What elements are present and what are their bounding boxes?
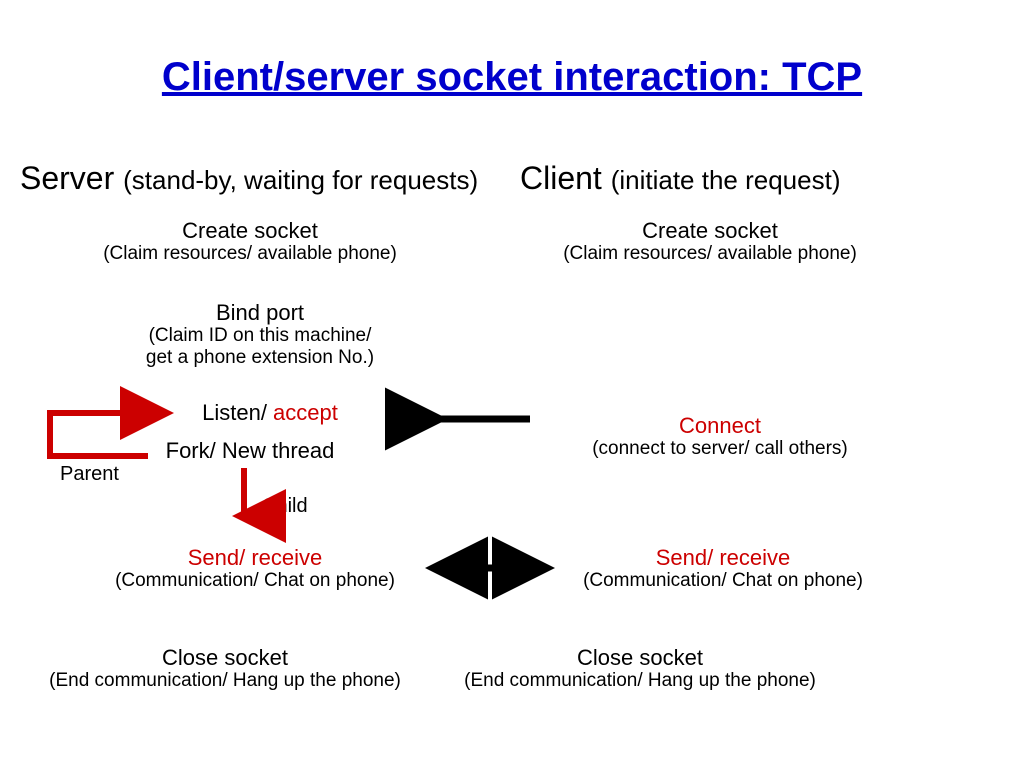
listen-text: Listen/ — [202, 400, 273, 425]
server-bind-port: Bind port (Claim ID on this machine/ get… — [130, 300, 390, 369]
step-main: Connect — [545, 413, 895, 438]
server-send-receive: Send/ receive (Communication/ Chat on ph… — [90, 545, 420, 592]
server-close-socket: Close socket (End communication/ Hang up… — [30, 645, 420, 692]
diagram-title: Client/server socket interaction: TCP — [0, 55, 1024, 100]
step-sub: (End communication/ Hang up the phone) — [440, 670, 840, 692]
client-send-receive: Send/ receive (Communication/ Chat on ph… — [548, 545, 898, 592]
client-heading-sub: (initiate the request) — [611, 165, 841, 195]
client-create-socket: Create socket (Claim resources/ availabl… — [530, 218, 890, 265]
child-label: Child — [262, 495, 308, 518]
arrow-parent-loop — [40, 400, 180, 500]
step-main: Send/ receive — [548, 545, 898, 570]
step-sub: (Communication/ Chat on phone) — [548, 570, 898, 592]
step-main: Bind port — [130, 300, 390, 325]
step-sub: (Claim resources/ available phone) — [530, 243, 890, 265]
step-main: Create socket — [530, 218, 890, 243]
step-main: Create socket — [80, 218, 420, 243]
fork-text: Fork/ New thread — [166, 438, 335, 463]
step-main: Send/ receive — [90, 545, 420, 570]
client-heading: Client (initiate the request) — [520, 160, 841, 197]
step-sub: (connect to server/ call others) — [545, 438, 895, 460]
client-heading-main: Client — [520, 160, 611, 196]
server-heading: Server (stand-by, waiting for requests) — [20, 160, 478, 197]
step-main: Close socket — [440, 645, 840, 670]
arrow-child-down — [232, 466, 256, 530]
arrow-send-receive-bidir — [425, 554, 555, 582]
step-sub: (Communication/ Chat on phone) — [90, 570, 420, 592]
server-listen-accept: Listen/ accept — [170, 400, 370, 425]
step-sub: (Claim resources/ available phone) — [80, 243, 420, 265]
step-sub2: get a phone extension No.) — [130, 347, 390, 369]
client-connect: Connect (connect to server/ call others) — [545, 413, 895, 460]
step-sub1: (Claim ID on this machine/ — [130, 325, 390, 347]
arrow-connect-to-accept — [420, 405, 540, 433]
server-heading-sub: (stand-by, waiting for requests) — [123, 165, 478, 195]
accept-text: accept — [273, 400, 338, 425]
server-create-socket: Create socket (Claim resources/ availabl… — [80, 218, 420, 265]
client-close-socket: Close socket (End communication/ Hang up… — [440, 645, 840, 692]
server-heading-main: Server — [20, 160, 123, 196]
step-main: Close socket — [30, 645, 420, 670]
step-sub: (End communication/ Hang up the phone) — [30, 670, 420, 692]
